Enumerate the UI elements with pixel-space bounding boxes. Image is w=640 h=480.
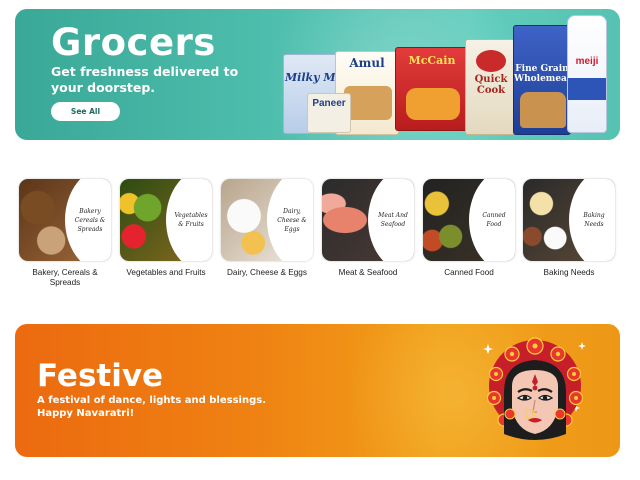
meiji-milk-bottle: meiji xyxy=(567,15,607,133)
category-canned[interactable]: Canned Food Canned Food xyxy=(423,179,515,278)
paneer-pack: Paneer xyxy=(307,93,351,133)
quick-cook-pack: Quick Cook xyxy=(465,39,517,135)
grocers-subtitle: Get freshness delivered to your doorstep… xyxy=(51,64,239,95)
bread-label: Fine Grain Wholemeal xyxy=(514,64,571,84)
quick-cook-logo xyxy=(476,50,506,72)
category-label[interactable]: Bakery, Cereals & Spreads xyxy=(19,268,111,288)
category-label[interactable]: Meat & Seafood xyxy=(322,268,414,278)
festive-title: Festive xyxy=(37,358,164,394)
amul-label: Amul xyxy=(349,56,385,70)
category-label[interactable]: Dairy, Cheese & Eggs xyxy=(221,268,313,278)
see-all-button[interactable]: See All xyxy=(51,102,120,121)
category-card[interactable]: Vegetables & Fruits xyxy=(120,179,212,261)
category-label[interactable]: Baking Needs xyxy=(523,268,615,278)
mccain-pack: McCain xyxy=(395,47,469,131)
goddess-illustration xyxy=(483,337,586,440)
mccain-label: McCain xyxy=(408,54,456,67)
grocers-title: Grocers xyxy=(51,21,216,64)
meiji-label: meiji xyxy=(575,56,599,67)
quick-cook-label: Quick Cook xyxy=(474,74,508,96)
category-tag: Canned Food xyxy=(482,212,506,228)
category-card[interactable]: Meat And Seafood xyxy=(322,179,414,261)
paneer-label: Paneer xyxy=(312,98,346,109)
category-baking[interactable]: Baking Needs Baking Needs xyxy=(523,179,615,278)
festive-subtitle: A festival of dance, lights and blessing… xyxy=(37,395,266,419)
mccain-food-image xyxy=(406,88,460,120)
category-meat[interactable]: Meat And Seafood Meat & Seafood xyxy=(322,179,414,278)
wholemeal-bread-pack: Fine Grain Wholemeal xyxy=(513,25,571,135)
category-card[interactable]: Canned Food xyxy=(423,179,515,261)
category-card[interactable]: Baking Needs xyxy=(523,179,615,261)
category-label[interactable]: Canned Food xyxy=(423,268,515,278)
bread-loaf-image xyxy=(520,92,566,128)
category-dairy[interactable]: Dairy, Cheese & Eggs Dairy, Cheese & Egg… xyxy=(221,179,313,278)
category-tag: Bakery Cereals & Spreads xyxy=(74,207,106,233)
product-collage: Milky Mist Amul Paneer McCain Quick Cook… xyxy=(267,9,620,140)
festive-banner[interactable]: Festive A festival of dance, lights and … xyxy=(15,324,620,457)
category-bakery[interactable]: Bakery Cereals & Spreads Bakery, Cereals… xyxy=(19,179,111,288)
category-tag: Dairy, Cheese & Eggs xyxy=(277,207,307,233)
milk-band xyxy=(568,78,606,100)
category-vegetables[interactable]: Vegetables & Fruits Vegetables and Fruit… xyxy=(120,179,212,278)
category-row: Bakery Cereals & Spreads Bakery, Cereals… xyxy=(19,179,619,299)
category-card[interactable]: Dairy, Cheese & Eggs xyxy=(221,179,313,261)
grocers-banner[interactable]: Grocers Get freshness delivered to your … xyxy=(15,9,620,140)
category-card[interactable]: Bakery Cereals & Spreads xyxy=(19,179,111,261)
amul-food-image xyxy=(344,86,392,120)
category-label[interactable]: Vegetables and Fruits xyxy=(120,268,212,278)
category-tag: Meat And Seafood xyxy=(378,212,408,228)
category-tag: Baking Needs xyxy=(583,212,605,228)
category-tag: Vegetables & Fruits xyxy=(174,212,208,228)
